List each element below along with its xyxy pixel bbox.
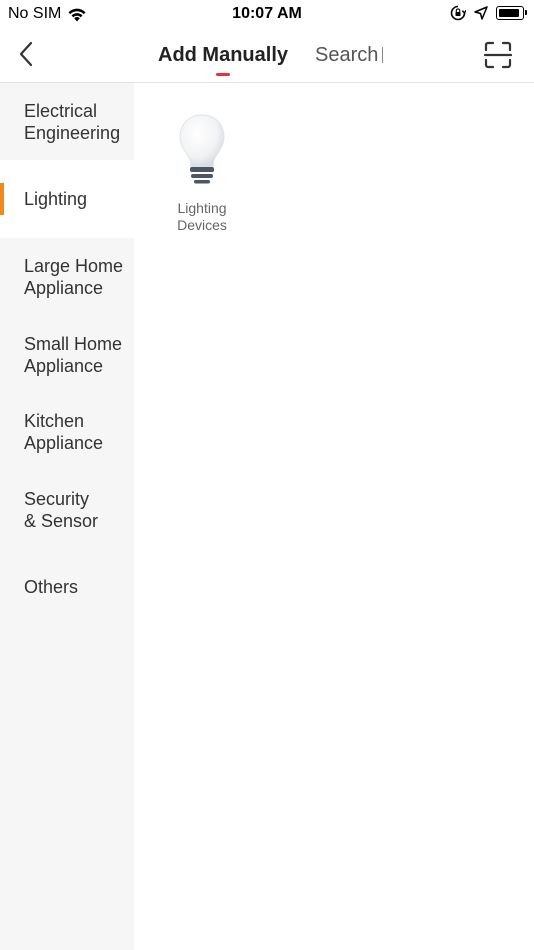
sidebar-item-small-home-appliance[interactable]: Small Home Appliance — [0, 316, 134, 393]
light-bulb-icon — [179, 114, 225, 184]
sidebar-item-label: Small Home Appliance — [24, 333, 123, 376]
chevron-left-icon — [19, 41, 33, 67]
active-indicator — [0, 183, 4, 215]
scan-icon — [483, 41, 513, 69]
tab-search[interactable]: Search — [315, 28, 384, 82]
sidebar-item-label: Security & Sensor — [24, 488, 99, 531]
location-arrow-icon — [474, 6, 488, 20]
sidebar-item-others[interactable]: Others — [0, 548, 134, 626]
sidebar-item-security-sensor[interactable]: Security & Sensor — [0, 471, 134, 548]
back-button[interactable] — [10, 38, 42, 70]
tab-add-manually[interactable]: Add Manually — [158, 28, 288, 82]
sidebar-item-electrical-engineering[interactable]: Electrical Engineering — [0, 83, 134, 160]
status-right — [450, 5, 527, 21]
sidebar-item-lighting[interactable]: Lighting — [0, 160, 134, 238]
sidebar-item-label: Large Home Appliance — [24, 256, 124, 298]
category-sidebar: Electrical Engineering Lighting Large Ho… — [0, 83, 134, 950]
sidebar-item-label: Lighting — [24, 189, 88, 209]
device-lighting-devices[interactable]: Lighting Devices — [170, 113, 234, 234]
status-bar: No SIM 10:07 AM — [0, 0, 534, 28]
sidebar-item-kitchen-appliance[interactable]: Kitchen Appliance — [0, 393, 134, 471]
scan-button[interactable] — [483, 41, 513, 69]
text-cursor — [382, 47, 384, 63]
tab-indicator — [216, 73, 230, 76]
tab-add-manually-label: Add Manually — [158, 43, 289, 66]
sidebar-item-label: Electrical Engineering — [24, 100, 121, 143]
device-grid: Lighting Devices — [134, 83, 534, 950]
device-label: Lighting Devices — [177, 200, 227, 233]
tab-bar: Add Manually Search — [158, 28, 410, 82]
battery-icon — [496, 6, 527, 20]
nav-bar: Add Manually Search — [0, 28, 534, 83]
sidebar-item-label: Others — [24, 577, 79, 597]
sidebar-item-label: Kitchen Appliance — [24, 411, 104, 453]
sidebar-item-large-home-appliance[interactable]: Large Home Appliance — [0, 238, 134, 316]
orientation-lock-icon — [450, 5, 466, 21]
tab-search-label: Search — [315, 43, 379, 66]
